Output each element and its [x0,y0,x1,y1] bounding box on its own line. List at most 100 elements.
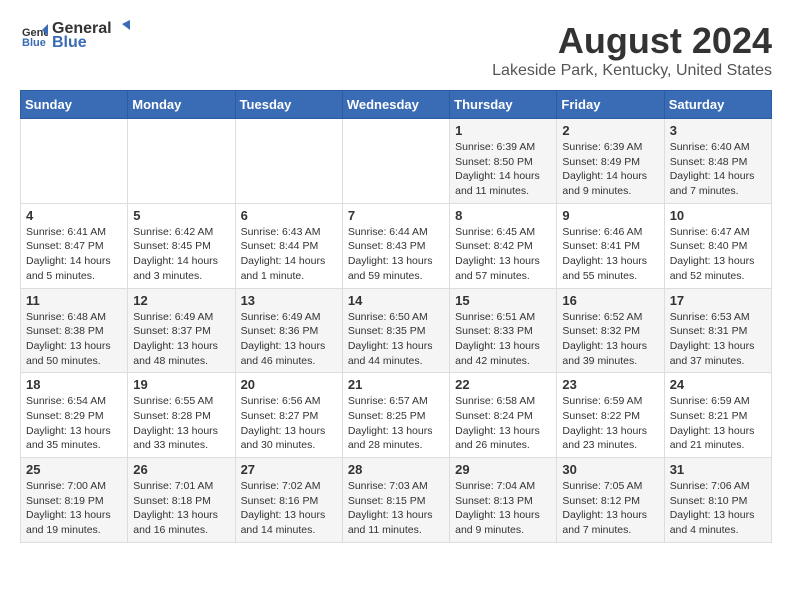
day-number: 16 [562,293,658,308]
day-number: 7 [348,208,444,223]
logo: General Blue General Blue [20,20,130,52]
calendar-cell: 22Sunrise: 6:58 AM Sunset: 8:24 PM Dayli… [450,373,557,458]
day-info: Sunrise: 7:01 AM Sunset: 8:18 PM Dayligh… [133,479,229,538]
calendar-cell: 1 Sunrise: 6:39 AM Sunset: 8:50 PM Daylig… [450,119,557,204]
calendar-cell: 21 Sunrise: 6:57 AM Sunset: 8:25 PM Dayli… [342,373,449,458]
calendar-cell: 14Sunrise: 6:50 AM Sunset: 8:35 PM Dayli… [342,288,449,373]
day-info: Sunrise: 7:04 AM Sunset: 8:13 PM Dayligh… [455,479,551,538]
calendar-cell: 23 Sunrise: 6:59 AM Sunset: 8:22 PM Dayli… [557,373,664,458]
calendar-cell: 20 Sunrise: 6:56 AM Sunset: 8:27 PM Dayli… [235,373,342,458]
logo-bird-icon [112,20,130,38]
day-number: 17 [670,293,766,308]
day-number: 20 [241,377,337,392]
day-info: Sunrise: 6:48 AM Sunset: 8:38 PM Dayligh… [26,310,122,369]
calendar-cell: 28 Sunrise: 7:03 AM Sunset: 8:15 PM Dayli… [342,458,449,543]
calendar-cell: 31 Sunrise: 7:06 AM Sunset: 8:10 PM Dayli… [664,458,771,543]
day-number: 27 [241,462,337,477]
day-number: 23 [562,377,658,392]
day-number: 21 [348,377,444,392]
calendar-cell: 25 Sunrise: 7:00 AM Sunset: 8:19 PM Dayli… [21,458,128,543]
calendar-cell [235,119,342,204]
calendar-week-row: 11Sunrise: 6:48 AM Sunset: 8:38 PM Dayli… [21,288,772,373]
day-info: Sunrise: 6:49 AM Sunset: 8:36 PM Dayligh… [241,310,337,369]
day-info: Sunrise: 6:54 AM Sunset: 8:29 PM Dayligh… [26,394,122,453]
day-number: 5 [133,208,229,223]
svg-text:Blue: Blue [22,37,46,49]
calendar-cell: 24 Sunrise: 6:59 AM Sunset: 8:21 PM Dayli… [664,373,771,458]
calendar-cell: 26 Sunrise: 7:01 AM Sunset: 8:18 PM Dayli… [128,458,235,543]
page-title: August 2024 [492,20,772,62]
calendar-cell: 6Sunrise: 6:43 AM Sunset: 8:44 PM Daylig… [235,203,342,288]
day-info: Sunrise: 6:41 AM Sunset: 8:47 PM Dayligh… [26,225,122,284]
day-info: Sunrise: 7:06 AM Sunset: 8:10 PM Dayligh… [670,479,766,538]
day-number: 18 [26,377,122,392]
day-number: 15 [455,293,551,308]
calendar-cell: 3 Sunrise: 6:40 AM Sunset: 8:48 PM Daylig… [664,119,771,204]
day-number: 24 [670,377,766,392]
calendar-cell: 11Sunrise: 6:48 AM Sunset: 8:38 PM Dayli… [21,288,128,373]
calendar-cell: 9 Sunrise: 6:46 AM Sunset: 8:41 PM Daylig… [557,203,664,288]
day-info: Sunrise: 6:42 AM Sunset: 8:45 PM Dayligh… [133,225,229,284]
calendar-cell: 27Sunrise: 7:02 AM Sunset: 8:16 PM Dayli… [235,458,342,543]
day-info: Sunrise: 6:39 AM Sunset: 8:50 PM Dayligh… [455,140,551,199]
day-info: Sunrise: 6:47 AM Sunset: 8:40 PM Dayligh… [670,225,766,284]
calendar-cell: 19 Sunrise: 6:55 AM Sunset: 8:28 PM Dayli… [128,373,235,458]
day-info: Sunrise: 7:03 AM Sunset: 8:15 PM Dayligh… [348,479,444,538]
day-info: Sunrise: 6:57 AM Sunset: 8:25 PM Dayligh… [348,394,444,453]
calendar-cell [128,119,235,204]
calendar-week-row: 4 Sunrise: 6:41 AM Sunset: 8:47 PM Daylig… [21,203,772,288]
day-info: Sunrise: 6:52 AM Sunset: 8:32 PM Dayligh… [562,310,658,369]
day-number: 26 [133,462,229,477]
day-number: 29 [455,462,551,477]
day-info: Sunrise: 6:55 AM Sunset: 8:28 PM Dayligh… [133,394,229,453]
day-number: 1 [455,123,551,138]
calendar-cell: 29 Sunrise: 7:04 AM Sunset: 8:13 PM Dayli… [450,458,557,543]
calendar-cell: 12 Sunrise: 6:49 AM Sunset: 8:37 PM Dayli… [128,288,235,373]
header-sunday: Sunday [21,91,128,119]
calendar-table: SundayMondayTuesdayWednesdayThursdayFrid… [20,90,772,543]
day-info: Sunrise: 6:39 AM Sunset: 8:49 PM Dayligh… [562,140,658,199]
day-number: 4 [26,208,122,223]
day-info: Sunrise: 6:49 AM Sunset: 8:37 PM Dayligh… [133,310,229,369]
day-info: Sunrise: 6:45 AM Sunset: 8:42 PM Dayligh… [455,225,551,284]
day-number: 3 [670,123,766,138]
day-number: 25 [26,462,122,477]
day-info: Sunrise: 6:56 AM Sunset: 8:27 PM Dayligh… [241,394,337,453]
calendar-cell: 7 Sunrise: 6:44 AM Sunset: 8:43 PM Daylig… [342,203,449,288]
calendar-week-row: 1 Sunrise: 6:39 AM Sunset: 8:50 PM Daylig… [21,119,772,204]
calendar-cell: 13Sunrise: 6:49 AM Sunset: 8:36 PM Dayli… [235,288,342,373]
day-info: Sunrise: 7:05 AM Sunset: 8:12 PM Dayligh… [562,479,658,538]
calendar-cell: 15 Sunrise: 6:51 AM Sunset: 8:33 PM Dayli… [450,288,557,373]
day-number: 28 [348,462,444,477]
header-saturday: Saturday [664,91,771,119]
header-friday: Friday [557,91,664,119]
calendar-cell: 4 Sunrise: 6:41 AM Sunset: 8:47 PM Daylig… [21,203,128,288]
header-wednesday: Wednesday [342,91,449,119]
header-thursday: Thursday [450,91,557,119]
day-number: 31 [670,462,766,477]
day-number: 9 [562,208,658,223]
page-header: General Blue General Blue August 2024 La… [20,20,772,80]
day-number: 6 [241,208,337,223]
day-info: Sunrise: 6:50 AM Sunset: 8:35 PM Dayligh… [348,310,444,369]
day-number: 22 [455,377,551,392]
day-info: Sunrise: 6:59 AM Sunset: 8:21 PM Dayligh… [670,394,766,453]
calendar-cell: 17Sunrise: 6:53 AM Sunset: 8:31 PM Dayli… [664,288,771,373]
page-subtitle: Lakeside Park, Kentucky, United States [492,62,772,80]
calendar-cell: 16 Sunrise: 6:52 AM Sunset: 8:32 PM Dayli… [557,288,664,373]
calendar-cell [342,119,449,204]
day-info: Sunrise: 7:00 AM Sunset: 8:19 PM Dayligh… [26,479,122,538]
day-info: Sunrise: 6:46 AM Sunset: 8:41 PM Dayligh… [562,225,658,284]
day-number: 30 [562,462,658,477]
header-tuesday: Tuesday [235,91,342,119]
day-info: Sunrise: 6:40 AM Sunset: 8:48 PM Dayligh… [670,140,766,199]
calendar-header-row: SundayMondayTuesdayWednesdayThursdayFrid… [21,91,772,119]
day-info: Sunrise: 6:44 AM Sunset: 8:43 PM Dayligh… [348,225,444,284]
day-info: Sunrise: 6:59 AM Sunset: 8:22 PM Dayligh… [562,394,658,453]
day-number: 19 [133,377,229,392]
day-info: Sunrise: 6:51 AM Sunset: 8:33 PM Dayligh… [455,310,551,369]
day-number: 8 [455,208,551,223]
day-number: 12 [133,293,229,308]
calendar-cell: 2Sunrise: 6:39 AM Sunset: 8:49 PM Daylig… [557,119,664,204]
calendar-week-row: 18 Sunrise: 6:54 AM Sunset: 8:29 PM Dayli… [21,373,772,458]
